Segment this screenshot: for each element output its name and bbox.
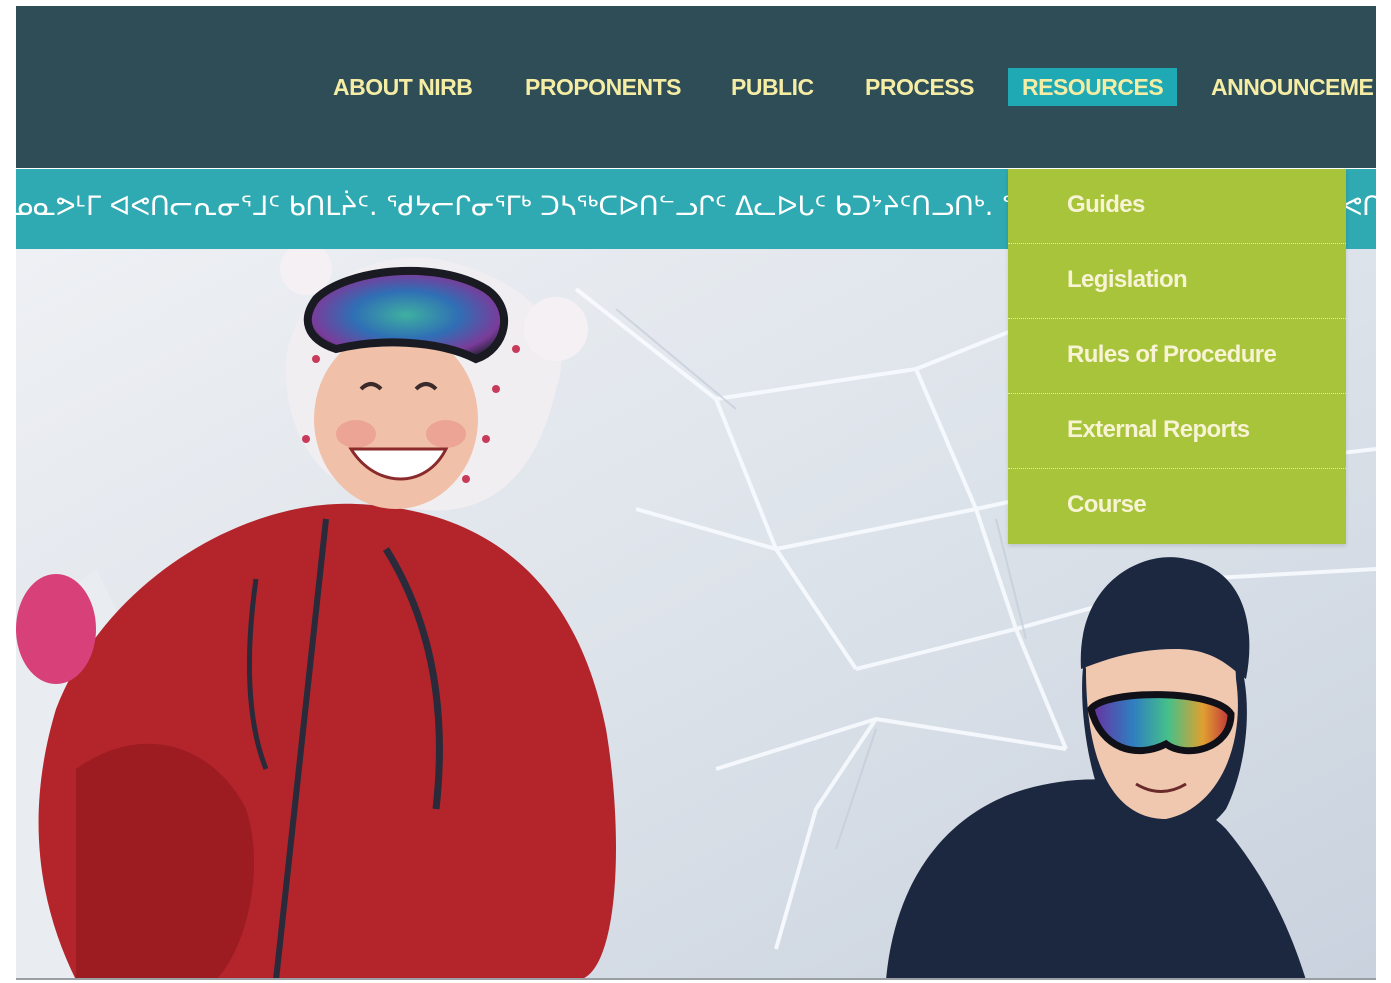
nav-item-public[interactable]: PUBLIC (731, 68, 814, 106)
dropdown-item-guides[interactable]: Guides (1008, 169, 1346, 244)
nav-item-about-nirb[interactable]: ABOUT NIRB (333, 68, 473, 106)
main-nav: ABOUT NIRB PROPONENTS PUBLIC PROCESS RES… (16, 68, 1376, 106)
dropdown-item-external-reports[interactable]: External Reports (1008, 394, 1346, 469)
nav-item-resources[interactable]: RESOURCES (1008, 68, 1178, 106)
main-navbar: ABOUT NIRB PROPONENTS PUBLIC PROCESS RES… (16, 6, 1376, 168)
dropdown-item-course[interactable]: Course (1008, 469, 1346, 544)
resources-dropdown: Guides Legislation Rules of Procedure Ex… (1008, 169, 1346, 544)
nav-item-process[interactable]: PROCESS (865, 68, 974, 106)
page: ABOUT NIRB PROPONENTS PUBLIC PROCESS RES… (0, 0, 1391, 983)
nav-item-announcements[interactable]: ANNOUNCEME (1211, 68, 1374, 106)
dropdown-item-legislation[interactable]: Legislation (1008, 244, 1346, 319)
dropdown-item-rules-of-procedure[interactable]: Rules of Procedure (1008, 319, 1346, 394)
nav-item-proponents[interactable]: PROPONENTS (525, 68, 682, 106)
site-frame: ABOUT NIRB PROPONENTS PUBLIC PROCESS RES… (16, 6, 1376, 980)
page-bottom-divider (16, 978, 1376, 980)
